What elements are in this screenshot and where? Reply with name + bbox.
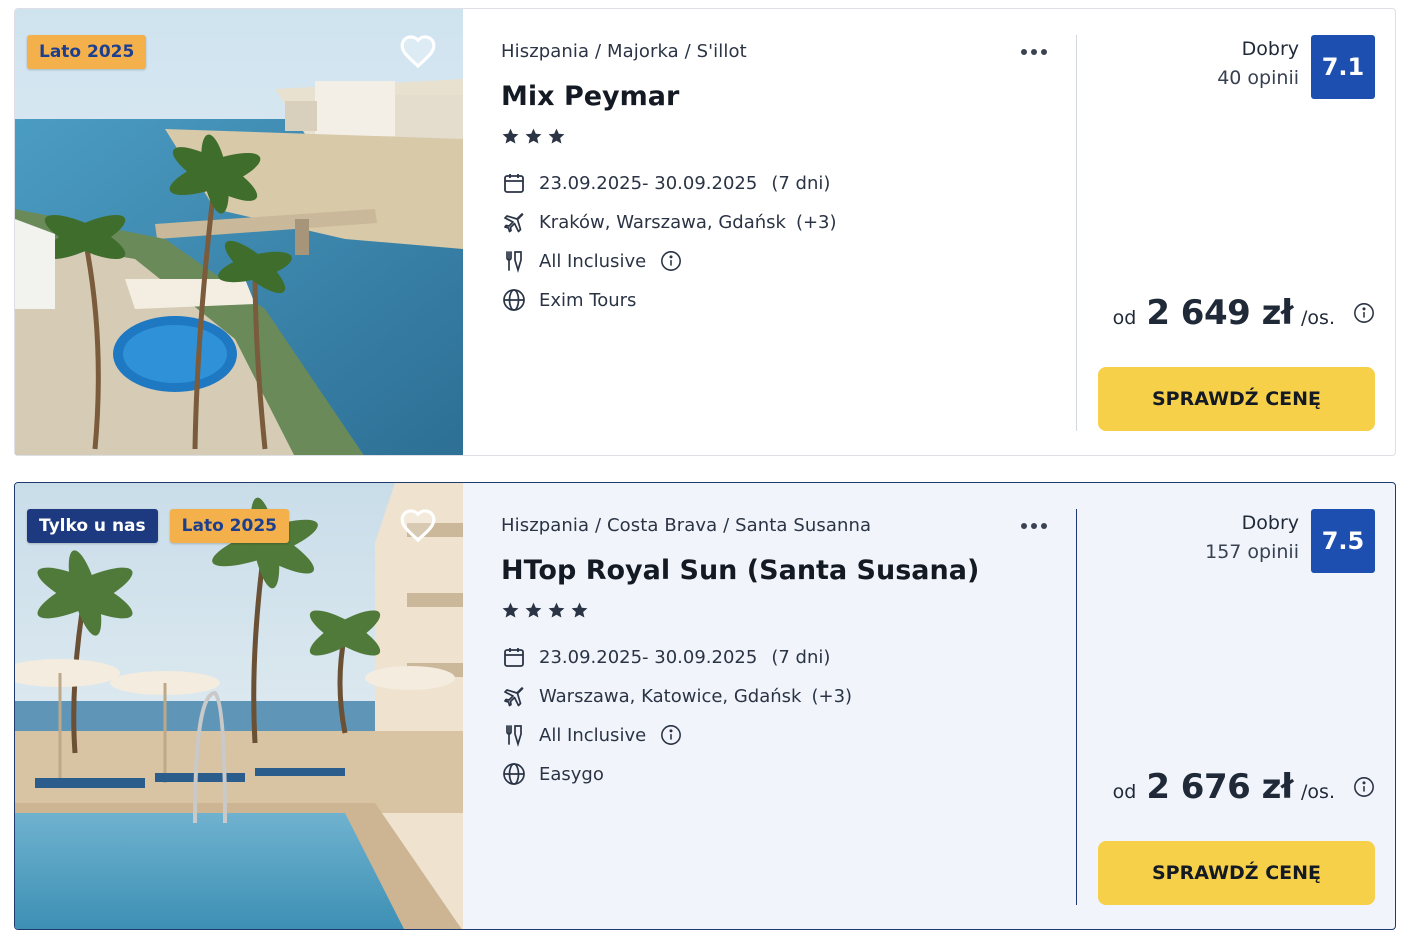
offer-card[interactable]: Lato 2025 Hiszpania / Majorka / S'illot … (14, 8, 1396, 456)
hotel-name[interactable]: HTop Royal Sun (Santa Susana) (501, 555, 979, 586)
departures-row: Kraków, Warszawa, Gdańsk (+3) (501, 208, 837, 236)
rating-score: 7.5 (1311, 509, 1375, 573)
rating-label: Dobry (1241, 512, 1299, 534)
cutlery-icon (501, 722, 527, 748)
dates-row: 23.09.2025- 30.09.2025 (7 dni) (501, 643, 830, 671)
more-airports-link[interactable]: (+3) (796, 212, 837, 233)
offer-card[interactable]: Tylko u nas Lato 2025 Hiszpania / Costa … (14, 482, 1396, 930)
dates-row: 23.09.2025- 30.09.2025 (7 dni) (501, 169, 830, 197)
travel-dates: 23.09.2025- 30.09.2025 (539, 172, 758, 194)
price-suffix: /os. (1301, 307, 1335, 329)
board-row: All Inclusive (501, 721, 682, 749)
season-badge: Lato 2025 (27, 35, 147, 69)
more-horizontal-icon[interactable] (1015, 515, 1053, 537)
calendar-icon (501, 170, 527, 196)
favorite-heart-icon[interactable] (399, 507, 437, 543)
airplane-icon (501, 209, 527, 235)
departure-airports: Kraków, Warszawa, Gdańsk (539, 211, 786, 233)
review-count[interactable]: 157 opinii (1205, 537, 1299, 567)
price-suffix: /os. (1301, 781, 1335, 803)
airplane-icon (501, 683, 527, 709)
rating-block[interactable]: Dobry 40 opinii 7.1 (1217, 35, 1375, 99)
location-breadcrumb[interactable]: Hiszpania / Costa Brava / Santa Susanna (501, 515, 871, 536)
tour-operator: Easygo (539, 763, 604, 785)
board-row: All Inclusive (501, 247, 682, 275)
check-price-button[interactable]: SPRAWDŹ CENĘ (1098, 367, 1375, 431)
favorite-heart-icon[interactable] (399, 33, 437, 69)
more-horizontal-icon[interactable] (1015, 41, 1053, 63)
hotel-stars (501, 601, 589, 620)
exclusive-badge: Tylko u nas (27, 509, 158, 543)
star-icon (502, 128, 519, 144)
hotel-name[interactable]: Mix Peymar (501, 81, 679, 112)
globe-icon (501, 287, 527, 313)
board-type: All Inclusive (539, 724, 647, 746)
hotel-photo[interactable] (15, 483, 463, 929)
info-circle-icon[interactable] (1353, 776, 1375, 798)
divider (1076, 35, 1077, 431)
operator-row: Easygo (501, 760, 604, 788)
star-icon (502, 602, 519, 618)
cutlery-icon (501, 248, 527, 274)
departures-row: Warszawa, Katowice, Gdańsk (+3) (501, 682, 852, 710)
price-block: od 2 649 zł /os. (1113, 293, 1375, 333)
location-breadcrumb[interactable]: Hiszpania / Majorka / S'illot (501, 41, 747, 62)
star-icon (525, 128, 542, 144)
info-circle-icon[interactable] (1353, 302, 1375, 324)
badge-group: Lato 2025 (27, 35, 147, 69)
hotel-stars (501, 127, 566, 146)
more-airports-link[interactable]: (+3) (811, 686, 852, 707)
star-icon (548, 602, 565, 618)
board-type: All Inclusive (539, 250, 647, 272)
star-icon (548, 128, 565, 144)
departure-airports: Warszawa, Katowice, Gdańsk (539, 685, 802, 707)
rating-score: 7.1 (1311, 35, 1375, 99)
offer-details: Hiszpania / Majorka / S'illot Mix Peymar… (501, 9, 1061, 455)
tour-operator: Exim Tours (539, 289, 637, 311)
travel-dates: 23.09.2025- 30.09.2025 (539, 646, 758, 668)
rating-label: Dobry (1241, 38, 1299, 60)
star-icon (571, 602, 588, 618)
review-count[interactable]: 40 opinii (1217, 63, 1299, 93)
badge-group: Tylko u nas Lato 2025 (27, 509, 289, 543)
season-badge: Lato 2025 (169, 509, 289, 543)
star-icon (525, 602, 542, 618)
price-block: od 2 676 zł /os. (1113, 767, 1375, 807)
info-circle-icon[interactable] (660, 250, 682, 272)
calendar-icon (501, 644, 527, 670)
globe-icon (501, 761, 527, 787)
price-prefix: od (1112, 307, 1137, 329)
check-price-button[interactable]: SPRAWDŹ CENĘ (1098, 841, 1375, 905)
info-circle-icon[interactable] (660, 724, 682, 746)
price-amount: 2 676 zł (1146, 767, 1294, 807)
offer-details: Hiszpania / Costa Brava / Santa Susanna … (501, 483, 1061, 929)
price-prefix: od (1112, 781, 1137, 803)
hotel-photo[interactable] (15, 9, 463, 455)
price-amount: 2 649 zł (1146, 293, 1294, 333)
trip-duration: (7 dni) (771, 646, 831, 668)
trip-duration: (7 dni) (771, 172, 831, 194)
rating-block[interactable]: Dobry 157 opinii 7.5 (1205, 509, 1375, 573)
operator-row: Exim Tours (501, 286, 636, 314)
divider (1076, 509, 1077, 905)
